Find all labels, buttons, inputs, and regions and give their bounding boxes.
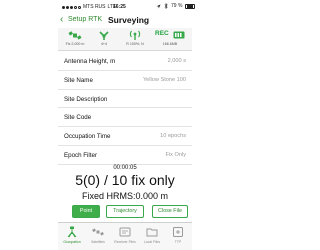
tab-bar: Occupation Satellites Receiver Files Loc… [58, 222, 192, 250]
local-files-icon [146, 228, 158, 237]
rec-label: REC [155, 30, 169, 37]
row-value: 2,000 s [167, 58, 186, 64]
row-site-description[interactable]: Site Description [58, 89, 192, 109]
status-right: 79 % [156, 3, 196, 9]
row-label: Site Description [64, 95, 108, 103]
radio-link-indicator[interactable]: R 100%; N [120, 30, 150, 49]
tab-label: Occupation [63, 240, 81, 244]
tab-label: Receiver Files [114, 240, 136, 244]
row-occupation-time[interactable]: Occupation Time 10 epochs [58, 127, 192, 146]
satellites-icon [92, 228, 104, 236]
row-site-code[interactable]: Site Code [58, 108, 192, 128]
hrms-status: Fixed HRMS:0.000 m [81, 191, 169, 201]
location-arrow-icon [156, 4, 161, 8]
status-time: 16:25 [113, 4, 126, 10]
radio-link-icon [129, 30, 141, 40]
trajectory-button[interactable]: Trajectory [106, 205, 144, 218]
ttp-icon [173, 227, 183, 237]
page-title: Surveying [108, 15, 150, 25]
status-bar: MTS RUS LTE 16:25 79 % [0, 0, 250, 13]
satellite-count-indicator[interactable]: 4+4 [89, 30, 119, 49]
row-epoch-filter[interactable]: Epoch Filter Fix Only [58, 145, 192, 165]
occupation-timer: 00:00:05 [113, 165, 137, 171]
row-label: Epoch Filter [64, 151, 98, 159]
tab-receiver-files[interactable]: Receiver Files [112, 226, 138, 250]
epoch-count-status: 5(0) / 10 fix only [75, 172, 175, 188]
tab-label: Satellites [91, 240, 105, 244]
battery-icon [185, 3, 196, 9]
storage-label: 166.6MB [162, 42, 178, 46]
occupation-icon [67, 226, 77, 238]
row-value: Fix Only [165, 151, 186, 158]
fix-status-indicator[interactable]: Fix 2,000 m [60, 30, 90, 49]
bluetooth-icon [164, 3, 168, 9]
row-antenna-height[interactable]: Antenna Height, m 2,000 s [58, 52, 192, 71]
satellite-count-label: 4+4 [100, 42, 108, 46]
receiver-files-icon [119, 227, 131, 237]
recording-indicator[interactable]: REC 166.6MB [151, 30, 189, 49]
row-label: Antenna Height, m [64, 58, 116, 65]
tab-label: Local Files [143, 240, 161, 244]
tab-label: TTP [174, 240, 182, 244]
row-label: Site Name [64, 76, 93, 84]
tab-satellites[interactable]: Satellites [85, 226, 111, 250]
tab-local-files[interactable]: Local Files [139, 226, 165, 250]
point-button[interactable]: Point [72, 205, 100, 218]
cell-signal-icon [62, 5, 81, 9]
radio-link-label: R 100%; N [126, 42, 144, 46]
fix-status-label: Fix 2,000 m [65, 42, 85, 46]
storage-icon [173, 31, 185, 39]
back-button[interactable]: Setup RTK [68, 16, 102, 23]
close-file-button[interactable]: Close File [152, 205, 188, 218]
row-label: Site Code [64, 114, 92, 122]
row-value: Yellow Stone 100 [142, 76, 186, 83]
row-site-name[interactable]: Site Name Yellow Stone 100 [58, 70, 192, 90]
satellite-count-icon [99, 31, 109, 40]
row-label: Occupation Time [64, 133, 111, 141]
back-chevron-icon[interactable]: ‹ [60, 15, 67, 25]
battery-percent: 79 % [171, 3, 183, 9]
status-left: MTS RUS LTE [62, 4, 116, 10]
tab-occupation[interactable]: Occupation [59, 226, 85, 250]
row-value: 10 epochs [160, 133, 186, 140]
status-toolbar: Fix 2,000 m 4+4 R 100%; N REC 166.6MB [58, 28, 192, 51]
satellite-icon [68, 31, 82, 40]
tab-ttp[interactable]: TTP [165, 226, 191, 250]
navigation-bar: ‹ Setup RTK Surveying [58, 13, 192, 27]
survey-settings-list: Antenna Height, m 2,000 s Site Name Yell… [58, 52, 192, 165]
carrier-name: MTS RUS [83, 4, 106, 10]
